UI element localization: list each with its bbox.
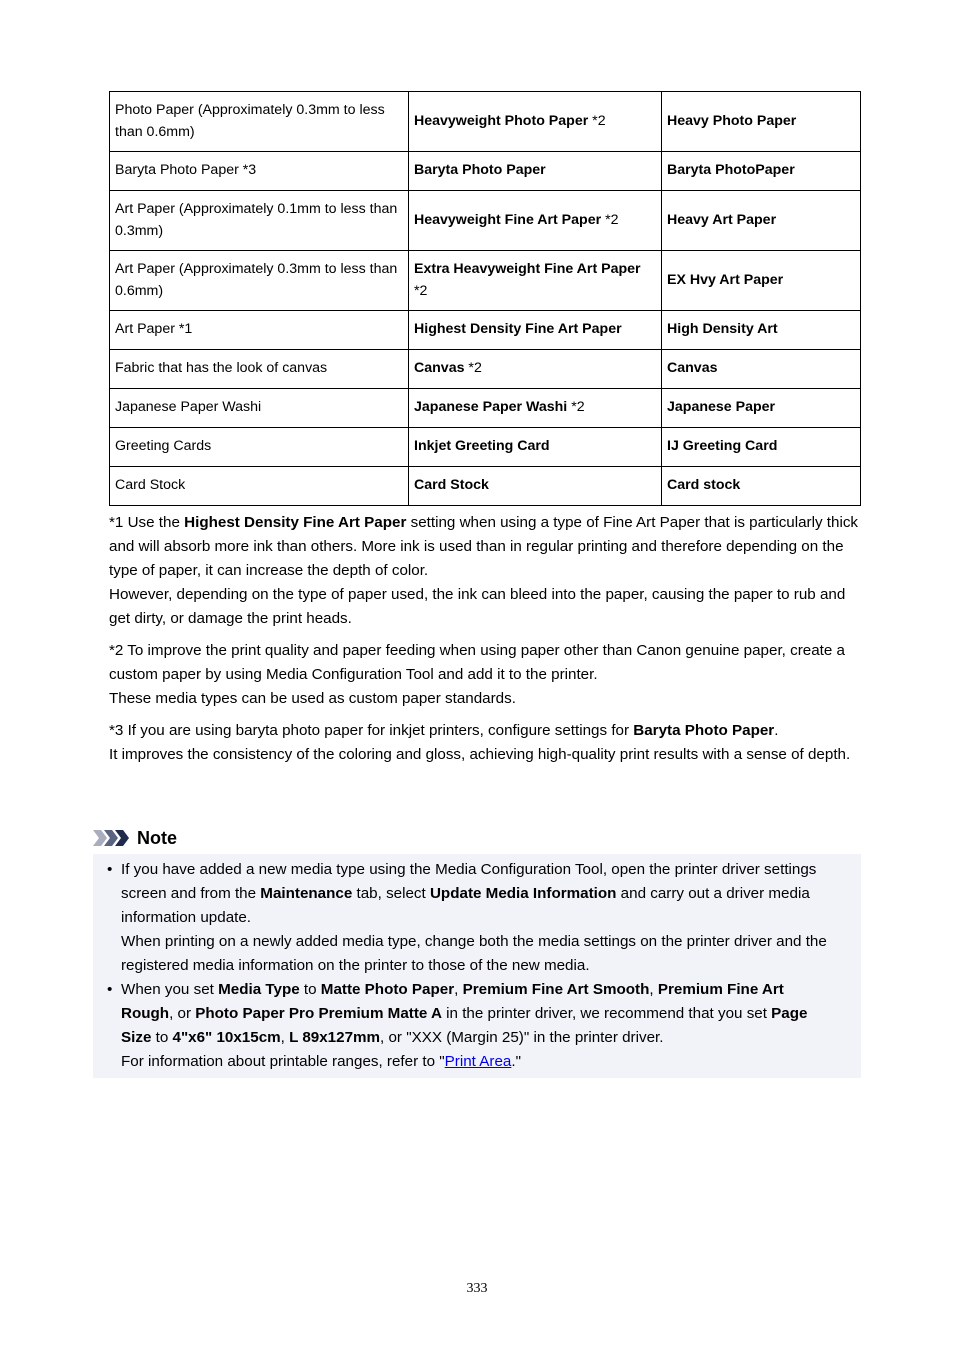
media-type-name: Baryta Photo Paper — [414, 162, 546, 179]
table-row: Art Paper (Approximately 0.3mm to less t… — [109, 250, 861, 311]
paper-type-cell: Art Paper (Approximately 0.3mm to less t… — [109, 250, 409, 311]
footnote-ref: *2 — [567, 399, 585, 416]
note-item: • When you set Media Type to Matte Photo… — [93, 978, 833, 1074]
table-row: Card Stock Card Stock Card stock — [109, 466, 861, 506]
printer-media-type-cell: Card stock — [661, 466, 861, 506]
bullet: • — [107, 861, 113, 878]
printer-media-type-cell: Heavy Photo Paper — [661, 91, 861, 152]
media-type-name: Extra Heavyweight Fine Art Paper — [414, 261, 641, 277]
printer-media-type-cell: High Density Art — [661, 310, 861, 350]
note-item: • If you have added a new media type usi… — [93, 858, 833, 978]
paper-type-cell: Photo Paper (Approximately 0.3mm to less… — [109, 91, 409, 152]
media-type-name: Heavyweight Photo Paper — [414, 112, 589, 129]
table-row: Greeting Cards Inkjet Greeting Card IJ Gre… — [109, 427, 861, 467]
printer-media-type-cell: Heavy Art Paper — [661, 190, 861, 251]
driver-media-type-cell: Canvas *2 — [408, 349, 662, 389]
paper-type-cell: Art Paper (Approximately 0.1mm to less t… — [109, 190, 409, 251]
printer-media-type-cell: Canvas — [661, 349, 861, 389]
footnote-ref: *2 — [414, 282, 428, 299]
media-type-name: Japanese Paper Washi — [414, 399, 568, 416]
footnote-3: *3 If you are using baryta photo paper f… — [109, 722, 851, 763]
driver-media-type-cell: Heavyweight Photo Paper *2 — [408, 91, 662, 152]
page-number: 333 — [466, 1281, 488, 1296]
footnote-2: *2 To improve the print quality and pape… — [109, 642, 845, 707]
driver-media-type-cell: Heavyweight Fine Art Paper *2 — [408, 190, 662, 251]
footnotes: *1 Use the Highest Density Fine Art Pape… — [109, 511, 869, 775]
media-type-table: Photo Paper (Approximately 0.3mm to less… — [109, 91, 861, 506]
driver-media-type-cell: Card Stock — [408, 466, 662, 506]
media-type-name: Card Stock — [414, 477, 489, 494]
paper-type-cell: Baryta Photo Paper *3 — [109, 151, 409, 191]
driver-media-type-cell: Japanese Paper Washi *2 — [408, 388, 662, 428]
table-row: Art Paper *1 Highest Density Fine Art Pap… — [109, 310, 861, 350]
triple-chevron-icon — [93, 830, 131, 846]
printer-media-type-cell: IJ Greeting Card — [661, 427, 861, 467]
paper-type-cell: Card Stock — [109, 466, 409, 506]
note-header: Note — [93, 825, 177, 851]
media-type-name: Inkjet Greeting Card — [414, 438, 550, 455]
driver-media-type-cell: Inkjet Greeting Card — [408, 427, 662, 467]
printer-media-type-cell: Baryta PhotoPaper — [661, 151, 861, 191]
media-type-name: Canvas — [414, 360, 465, 377]
media-type-name: Highest Density Fine Art Paper — [414, 321, 622, 338]
table-row: Art Paper (Approximately 0.1mm to less t… — [109, 190, 861, 251]
note-box: • If you have added a new media type usi… — [93, 854, 861, 1078]
note-title: Note — [137, 827, 177, 848]
table-row: Baryta Photo Paper *3 Baryta Photo Paper B… — [109, 151, 861, 191]
driver-media-type-cell: Highest Density Fine Art Paper — [408, 310, 662, 350]
printer-media-type-cell: Japanese Paper — [661, 388, 861, 428]
media-type-name: Heavyweight Fine Art Paper — [414, 211, 602, 228]
note-list: • If you have added a new media type usi… — [93, 858, 833, 1074]
paper-type-cell: Art Paper *1 — [109, 310, 409, 350]
footnote-ref: *2 — [588, 112, 606, 129]
print-area-link[interactable]: Print Area — [445, 1053, 512, 1070]
footnote-ref: *2 — [464, 360, 482, 377]
printer-media-type-cell: EX Hvy Art Paper — [661, 250, 861, 311]
paper-type-cell: Greeting Cards — [109, 427, 409, 467]
driver-media-type-cell: Extra Heavyweight Fine Art Paper *2 — [408, 250, 662, 311]
table-row: Japanese Paper Washi Japanese Paper Washi… — [109, 388, 861, 428]
driver-media-type-cell: Baryta Photo Paper — [408, 151, 662, 191]
bullet: • — [107, 981, 113, 998]
paper-type-cell: Japanese Paper Washi — [109, 388, 409, 428]
document-page: Photo Paper (Approximately 0.3mm to less… — [0, 0, 954, 1350]
footnote-ref: *2 — [601, 211, 619, 228]
table-row: Fabric that has the look of canvas Canvas… — [109, 349, 861, 389]
footnote-1: *1 Use the Highest Density Fine Art Pape… — [109, 514, 859, 627]
paper-type-cell: Fabric that has the look of canvas — [109, 349, 409, 389]
table-row: Photo Paper (Approximately 0.3mm to less… — [109, 91, 861, 152]
